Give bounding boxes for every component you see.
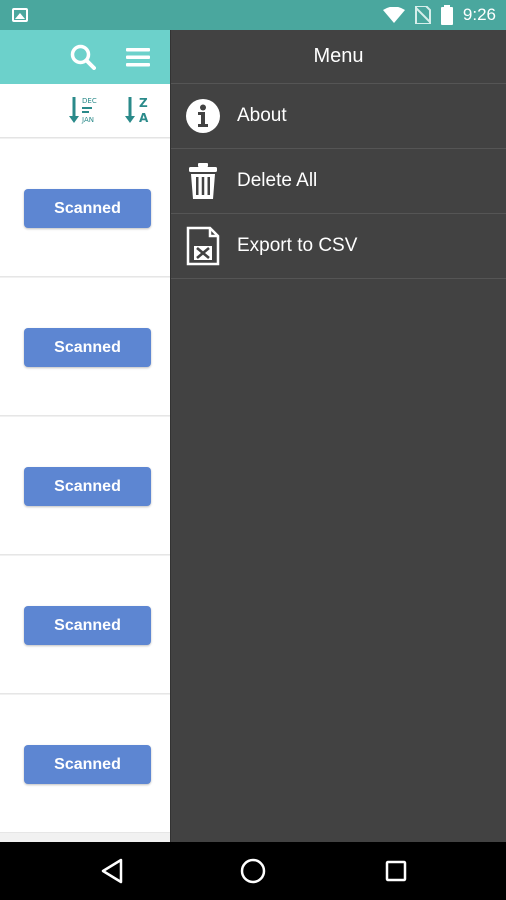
list-item[interactable]: Scanned xyxy=(0,695,170,833)
scanned-status-button[interactable]: Scanned xyxy=(24,189,151,228)
scanned-status-button[interactable]: Scanned xyxy=(24,328,151,367)
list-item[interactable]: Scanned xyxy=(0,278,170,416)
no-sim-icon xyxy=(414,6,431,24)
search-button[interactable] xyxy=(67,41,99,73)
search-icon xyxy=(70,44,96,70)
menu-button[interactable] xyxy=(122,41,154,73)
toolbar xyxy=(0,30,170,84)
back-icon xyxy=(101,858,123,884)
wifi-icon xyxy=(382,7,405,23)
sort-alpha-top: Z xyxy=(139,96,148,110)
sort-alpha-icon: Z A xyxy=(125,96,149,125)
trash-icon xyxy=(185,161,221,201)
back-button[interactable] xyxy=(97,856,127,886)
scanned-status-button[interactable]: Scanned xyxy=(24,606,151,645)
sort-date-top: DEC xyxy=(82,97,97,105)
system-nav-bar xyxy=(0,842,506,900)
excel-file-icon xyxy=(185,226,221,266)
menu-item-label: Delete All xyxy=(237,170,318,191)
sort-bar: DEC JAN Z A xyxy=(0,84,170,138)
scanned-status-button[interactable]: Scanned xyxy=(24,467,151,506)
status-bar: 9:26 xyxy=(0,0,506,30)
recents-button[interactable] xyxy=(381,856,411,886)
scanned-status-button[interactable]: Scanned xyxy=(24,745,151,784)
menu-item-label: About xyxy=(237,105,287,126)
menu-item-export-csv[interactable]: Export to CSV xyxy=(171,214,506,279)
list-item[interactable]: Scanned xyxy=(0,139,170,277)
sort-by-date-icon: DEC JAN xyxy=(69,97,97,124)
hamburger-menu-icon xyxy=(126,48,150,67)
sort-date-bottom: JAN xyxy=(81,116,94,124)
scan-list: Scanned Scanned Scanned Scanned Scanned xyxy=(0,139,170,833)
main-pane: DEC JAN Z A Scanned Scanned Scanned Scan… xyxy=(0,30,170,842)
status-time: 9:26 xyxy=(462,5,496,24)
list-item[interactable]: Scanned xyxy=(0,417,170,555)
menu-item-label: Export to CSV xyxy=(237,235,358,256)
recents-icon xyxy=(385,860,407,882)
drawer-title: Menu xyxy=(171,30,506,84)
list-item[interactable]: Scanned xyxy=(0,556,170,694)
menu-item-delete-all[interactable]: Delete All xyxy=(171,149,506,214)
sort-alpha-bottom: A xyxy=(139,111,149,125)
sort-alpha-button[interactable]: Z A xyxy=(123,94,157,128)
menu-item-about[interactable]: About xyxy=(171,84,506,149)
gallery-icon xyxy=(12,8,28,22)
home-button[interactable] xyxy=(238,856,268,886)
status-icons: 9:26 xyxy=(382,0,496,30)
info-icon xyxy=(185,96,221,136)
navigation-drawer: Menu About Delete All Export to CSV xyxy=(170,30,506,842)
sort-by-date-button[interactable]: DEC JAN xyxy=(68,94,102,128)
home-icon xyxy=(240,858,266,884)
battery-icon xyxy=(440,5,453,25)
